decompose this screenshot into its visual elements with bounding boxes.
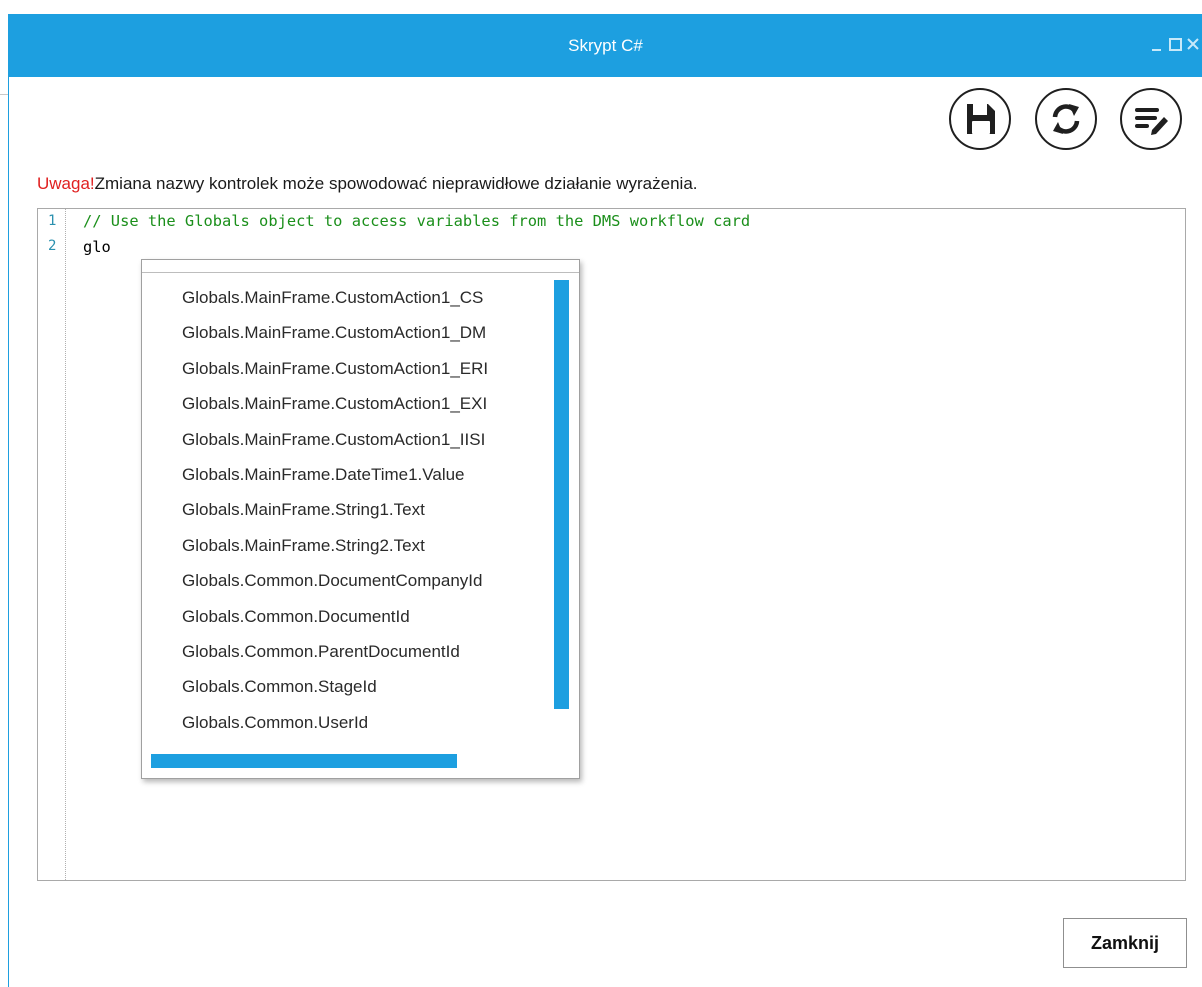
autocomplete-item[interactable]: Globals.MainFrame.String1.Text [142,492,553,527]
floppy-disk-icon [967,104,995,134]
warning-label: Uwaga! [37,174,95,193]
title-bar[interactable]: Skrypt C# [9,14,1202,77]
edit-lines-icon [1135,108,1168,135]
close-button[interactable]: Zamknij [1063,918,1187,968]
autocomplete-list[interactable]: Globals.MainFrame.CustomAction1_CS Globa… [142,280,553,751]
window-left-border [8,14,9,987]
autocomplete-item[interactable]: Globals.Common.DocumentId [142,599,553,634]
window-controls [1148,34,1202,54]
code-line-comment[interactable]: // Use the Globals object to access vari… [83,212,750,230]
autocomplete-item[interactable]: Globals.MainFrame.CustomAction1_DM [142,315,553,350]
save-button[interactable] [949,88,1011,150]
autocomplete-popup[interactable]: Globals.MainFrame.CustomAction1_CS Globa… [141,259,580,779]
format-button[interactable] [1120,88,1182,150]
autocomplete-item[interactable]: Globals.MainFrame.String2.Text [142,528,553,563]
window-title: Skrypt C# [568,36,643,55]
autocomplete-item[interactable]: Globals.Common.UserId [142,705,553,740]
autocomplete-item[interactable]: Globals.MainFrame.DateTime1.Value [142,457,553,492]
close-icon[interactable] [1184,34,1202,54]
line-number: 2 [48,238,57,254]
autocomplete-item[interactable]: Globals.Common.ParentDocumentId [142,634,553,669]
refresh-icon [1052,104,1080,134]
autocomplete-item[interactable]: Globals.MainFrame.CustomAction1_ERI [142,351,553,386]
autocomplete-item[interactable]: Globals.Common.WorkflowId [142,740,553,751]
autocomplete-item[interactable]: Globals.Common.StageId [142,669,553,704]
background-divider [0,94,8,95]
warning-text: Zmiana nazwy kontrolek może spowodować n… [94,174,698,193]
maximize-icon[interactable] [1166,34,1184,54]
minimize-icon[interactable] [1148,34,1166,54]
autocomplete-item[interactable]: Globals.MainFrame.CustomAction1_CS [142,280,553,315]
popup-divider [142,272,579,273]
line-number: 1 [48,213,57,229]
autocomplete-item[interactable]: Globals.MainFrame.CustomAction1_IISI [142,422,553,457]
vertical-scrollbar[interactable] [554,280,569,709]
code-line[interactable]: glo [83,238,111,256]
autocomplete-item[interactable]: Globals.MainFrame.CustomAction1_EXI [142,386,553,421]
horizontal-scrollbar[interactable] [151,754,457,768]
refresh-button[interactable] [1035,88,1097,150]
editor-gutter [65,209,66,880]
warning-message: Uwaga!Zmiana nazwy kontrolek może spowod… [37,174,698,194]
autocomplete-item[interactable]: Globals.Common.DocumentCompanyId [142,563,553,598]
